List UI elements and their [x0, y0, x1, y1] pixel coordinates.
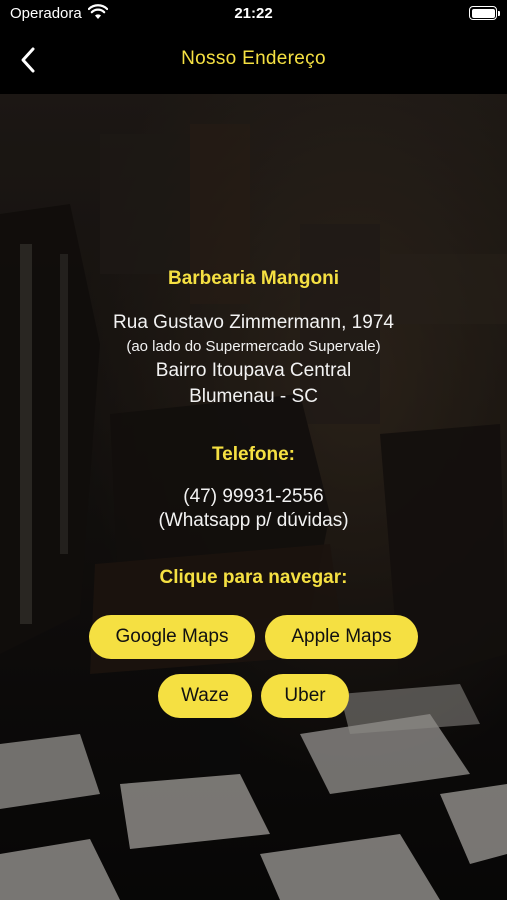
navigate-label: Clique para navegar:	[159, 567, 348, 588]
phone-note: (Whatsapp p/ dúvidas)	[158, 510, 349, 531]
status-bar: Operadora 21:22	[0, 0, 507, 28]
business-name: Barbearia Mangoni	[167, 268, 340, 289]
waze-button[interactable]: Waze	[158, 674, 252, 718]
google-maps-button[interactable]: Google Maps	[89, 615, 255, 659]
address-reference: (ao lado do Supermercado Supervale)	[126, 338, 381, 355]
phone-number[interactable]: (47) 99931-2556	[0, 486, 507, 508]
address-district: Bairro Itoupava Central	[155, 360, 352, 381]
apple-maps-button[interactable]: Apple Maps	[265, 615, 418, 659]
address-street: Rua Gustavo Zimmermann, 1974	[113, 312, 394, 333]
page-title: Nosso Endereço	[181, 48, 326, 69]
navigation-bar: Nosso Endereço	[0, 28, 507, 94]
phone-label: Telefone:	[211, 444, 296, 465]
clock: 21:22	[234, 5, 273, 22]
uber-button[interactable]: Uber	[261, 674, 349, 718]
address-city: Blumenau - SC	[189, 386, 318, 407]
battery-icon	[469, 6, 500, 20]
